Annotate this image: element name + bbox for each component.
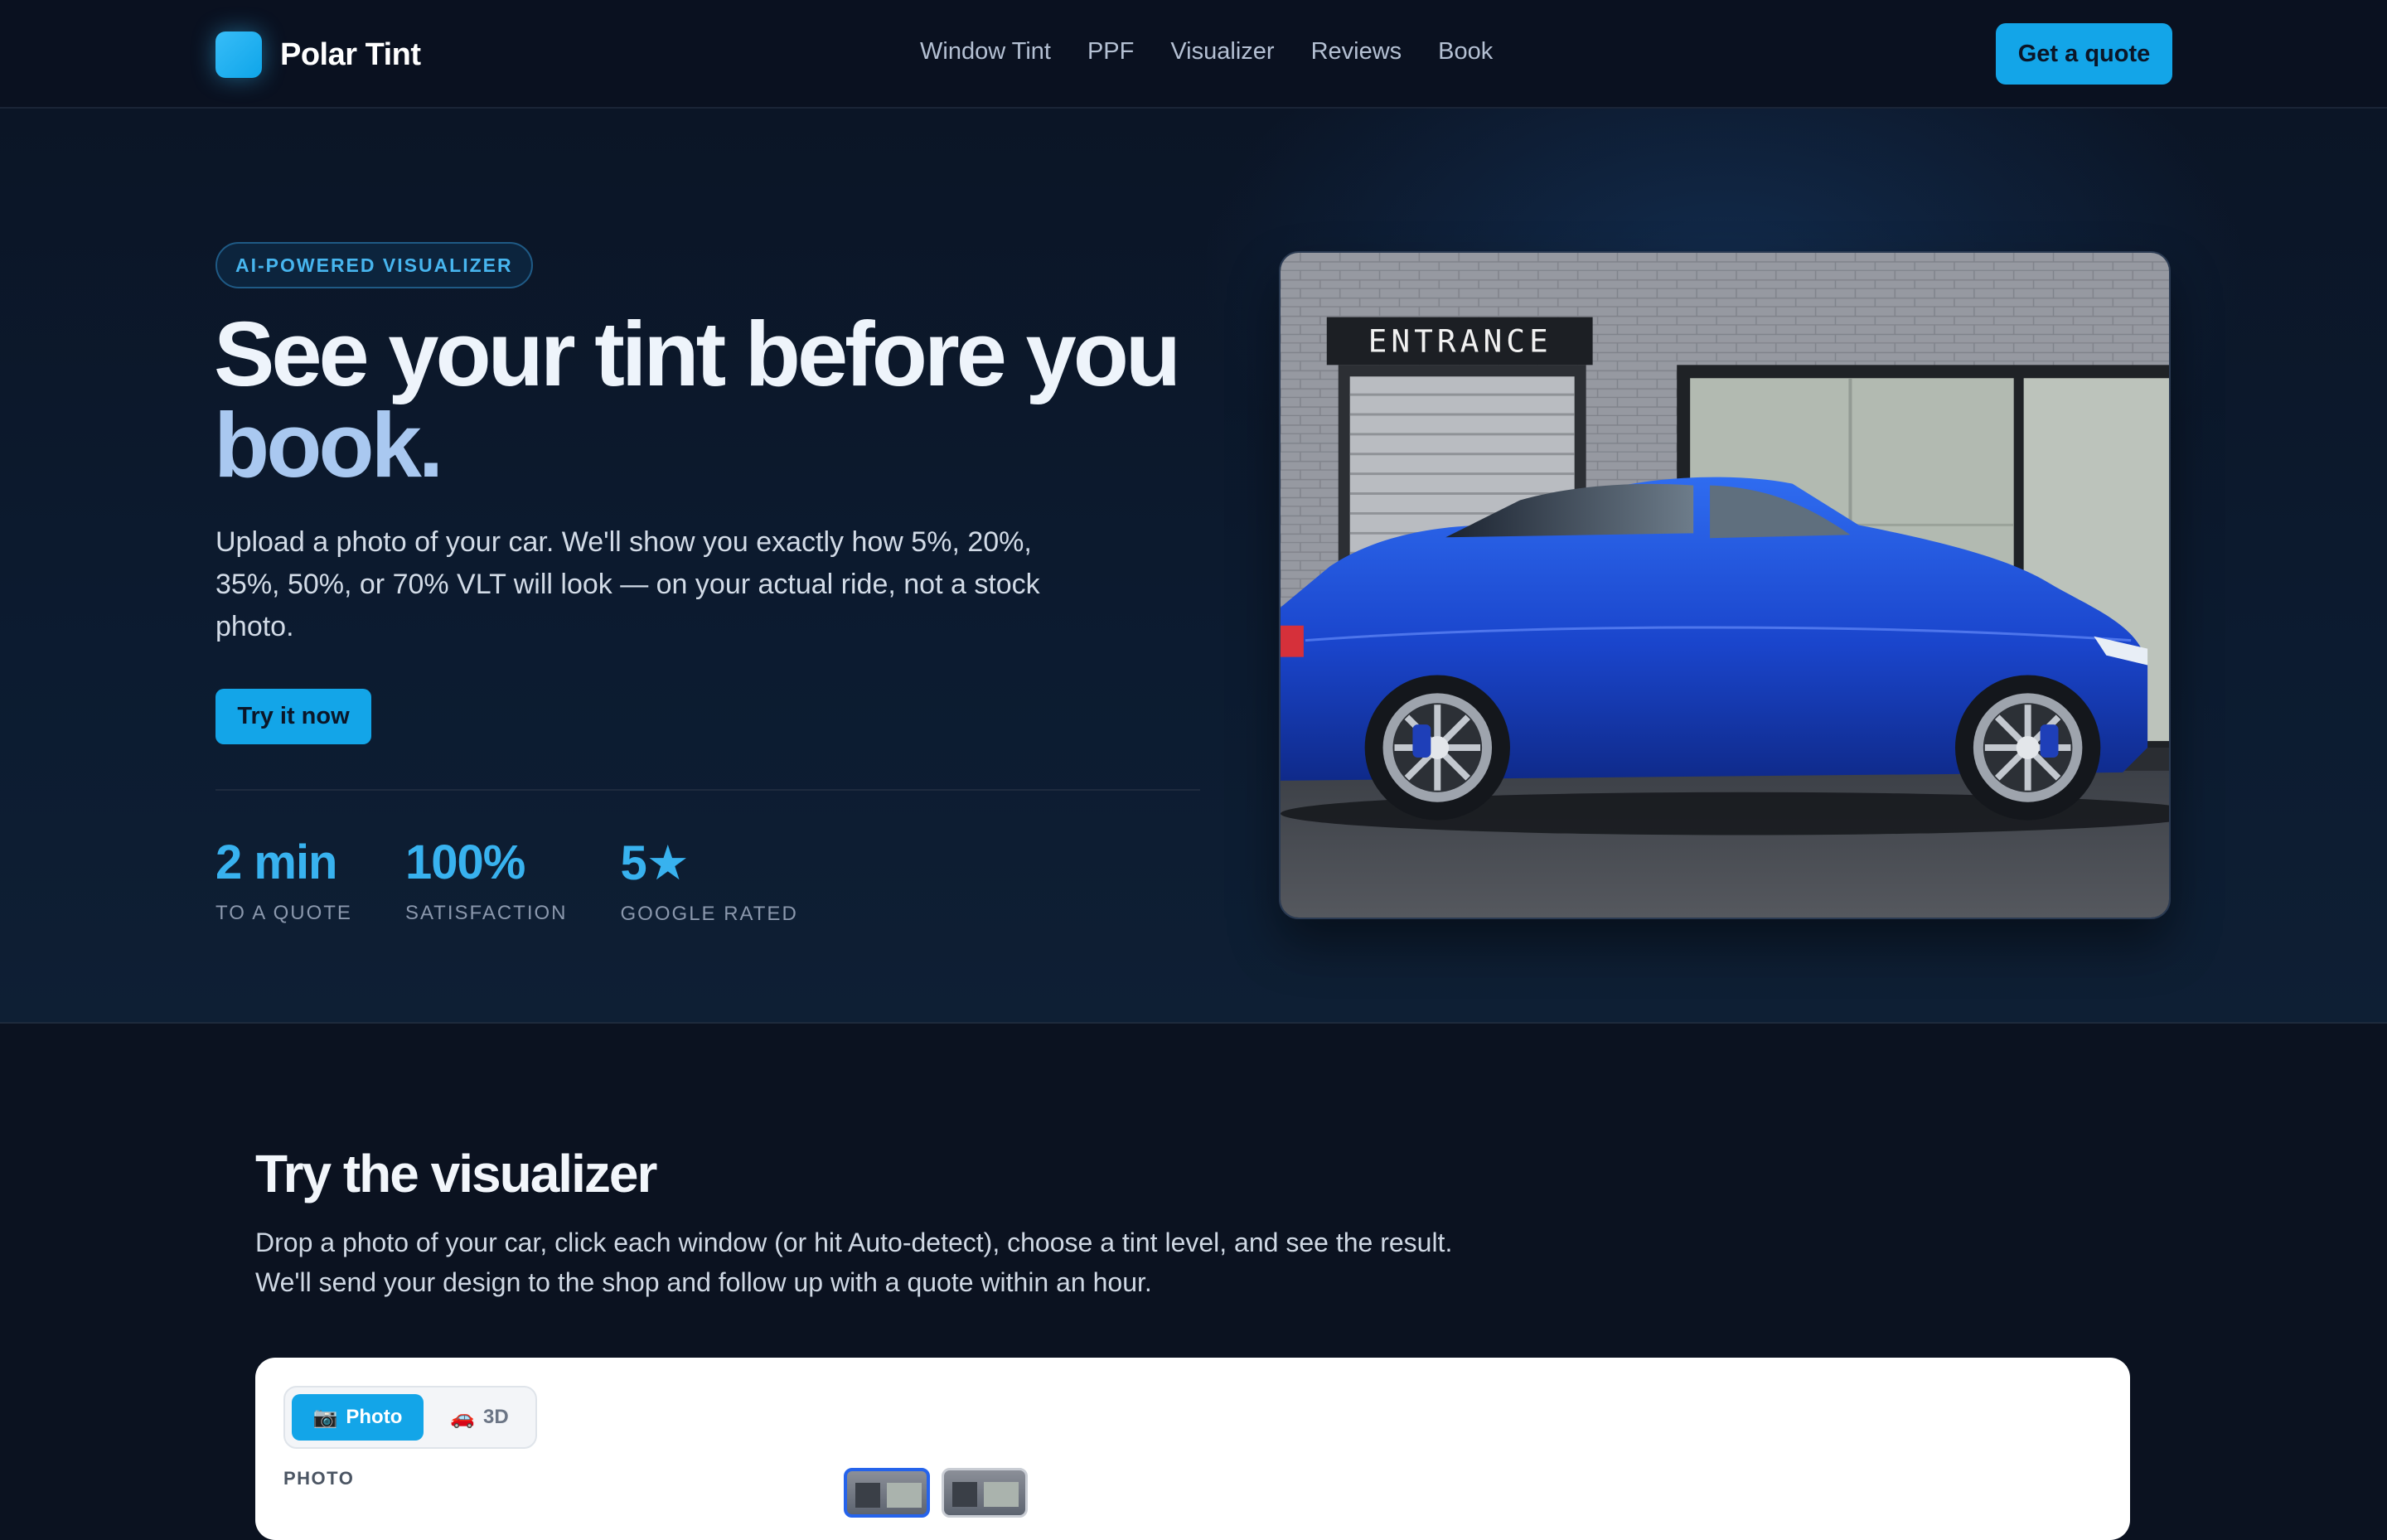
try-it-now-button[interactable]: Try it now bbox=[215, 689, 371, 744]
brand-name: Polar Tint bbox=[280, 36, 421, 72]
sample-photo-thumbnail-2[interactable] bbox=[942, 1468, 1028, 1518]
nav-link-ppf[interactable]: PPF bbox=[1087, 38, 1134, 65]
stat-value: 5★ bbox=[620, 836, 690, 890]
visualizer-subtitle: Drop a photo of your car, click each win… bbox=[255, 1228, 1453, 1297]
stat-label: SATISFACTION bbox=[404, 902, 568, 924]
nav-links: Window Tint PPF Visualizer Reviews Book bbox=[920, 38, 1493, 65]
thumbnail-shape bbox=[984, 1482, 1019, 1507]
car-photo-illustration: ENTRANCE bbox=[1281, 253, 2169, 918]
photo-section-label: PHOTO bbox=[283, 1468, 355, 1489]
hero-title: See your tint before you book. bbox=[214, 309, 1208, 492]
hero-title-line1: See your tint before you bbox=[214, 303, 1181, 405]
visualizer-title: Try the visualizer bbox=[255, 1144, 657, 1203]
hero-divider bbox=[215, 789, 1200, 791]
hero-stats: 2 min TO A QUOTE 100% SATISFACTION 5★ GO… bbox=[215, 835, 798, 926]
stat-label: TO A QUOTE bbox=[215, 902, 352, 924]
stat-value: 2 min bbox=[215, 835, 337, 889]
logo-mark-icon bbox=[215, 31, 262, 78]
thumbnail-shape bbox=[952, 1482, 977, 1507]
hero-car-image: ENTRANCE bbox=[1279, 251, 2171, 919]
hero-section: AI-POWERED VISUALIZER See your tint befo… bbox=[0, 109, 2387, 1024]
stat-label: GOOGLE RATED bbox=[620, 903, 798, 925]
mode-photo-label: Photo bbox=[346, 1406, 403, 1428]
stat-google-rating: 5★ GOOGLE RATED bbox=[621, 835, 798, 926]
mode-3d-label: 3D bbox=[483, 1406, 509, 1428]
nav-link-visualizer[interactable]: Visualizer bbox=[1170, 38, 1274, 65]
nav-link-reviews[interactable]: Reviews bbox=[1311, 38, 1402, 65]
camera-icon: 📷 bbox=[312, 1406, 338, 1429]
stat-satisfaction: 100% SATISFACTION bbox=[405, 835, 568, 926]
get-quote-button[interactable]: Get a quote bbox=[1996, 23, 2172, 85]
stat-value: 100% bbox=[404, 835, 525, 889]
mode-3d-button[interactable]: 🚗 3D bbox=[430, 1394, 529, 1441]
brand-logo[interactable]: Polar Tint bbox=[215, 31, 421, 78]
mode-photo-button[interactable]: 📷 Photo bbox=[292, 1394, 424, 1441]
sample-photo-thumbnail-1[interactable] bbox=[844, 1468, 930, 1518]
visualizer-panel: 📷 Photo 🚗 3D PHOTO bbox=[255, 1358, 2130, 1540]
top-nav: Polar Tint Window Tint PPF Visualizer Re… bbox=[0, 0, 2387, 109]
nav-link-window-tint[interactable]: Window Tint bbox=[920, 38, 1051, 65]
mode-toggle: 📷 Photo 🚗 3D bbox=[283, 1386, 537, 1449]
stat-quote-time: 2 min TO A QUOTE bbox=[215, 835, 352, 926]
thumbnail-shape bbox=[855, 1483, 880, 1508]
hero-title-line2: book. bbox=[214, 395, 443, 496]
visualizer-section: Try the visualizer Drop a photo of your … bbox=[0, 1024, 2387, 1540]
entrance-sign-text: ENTRANCE bbox=[1368, 322, 1552, 359]
thumbnail-shape bbox=[887, 1483, 922, 1508]
nav-link-book[interactable]: Book bbox=[1438, 38, 1493, 65]
hero-subtitle: Upload a photo of your car. We'll show y… bbox=[215, 526, 1040, 642]
hero-badge: AI-POWERED VISUALIZER bbox=[215, 242, 533, 288]
car-icon: 🚗 bbox=[450, 1406, 476, 1429]
